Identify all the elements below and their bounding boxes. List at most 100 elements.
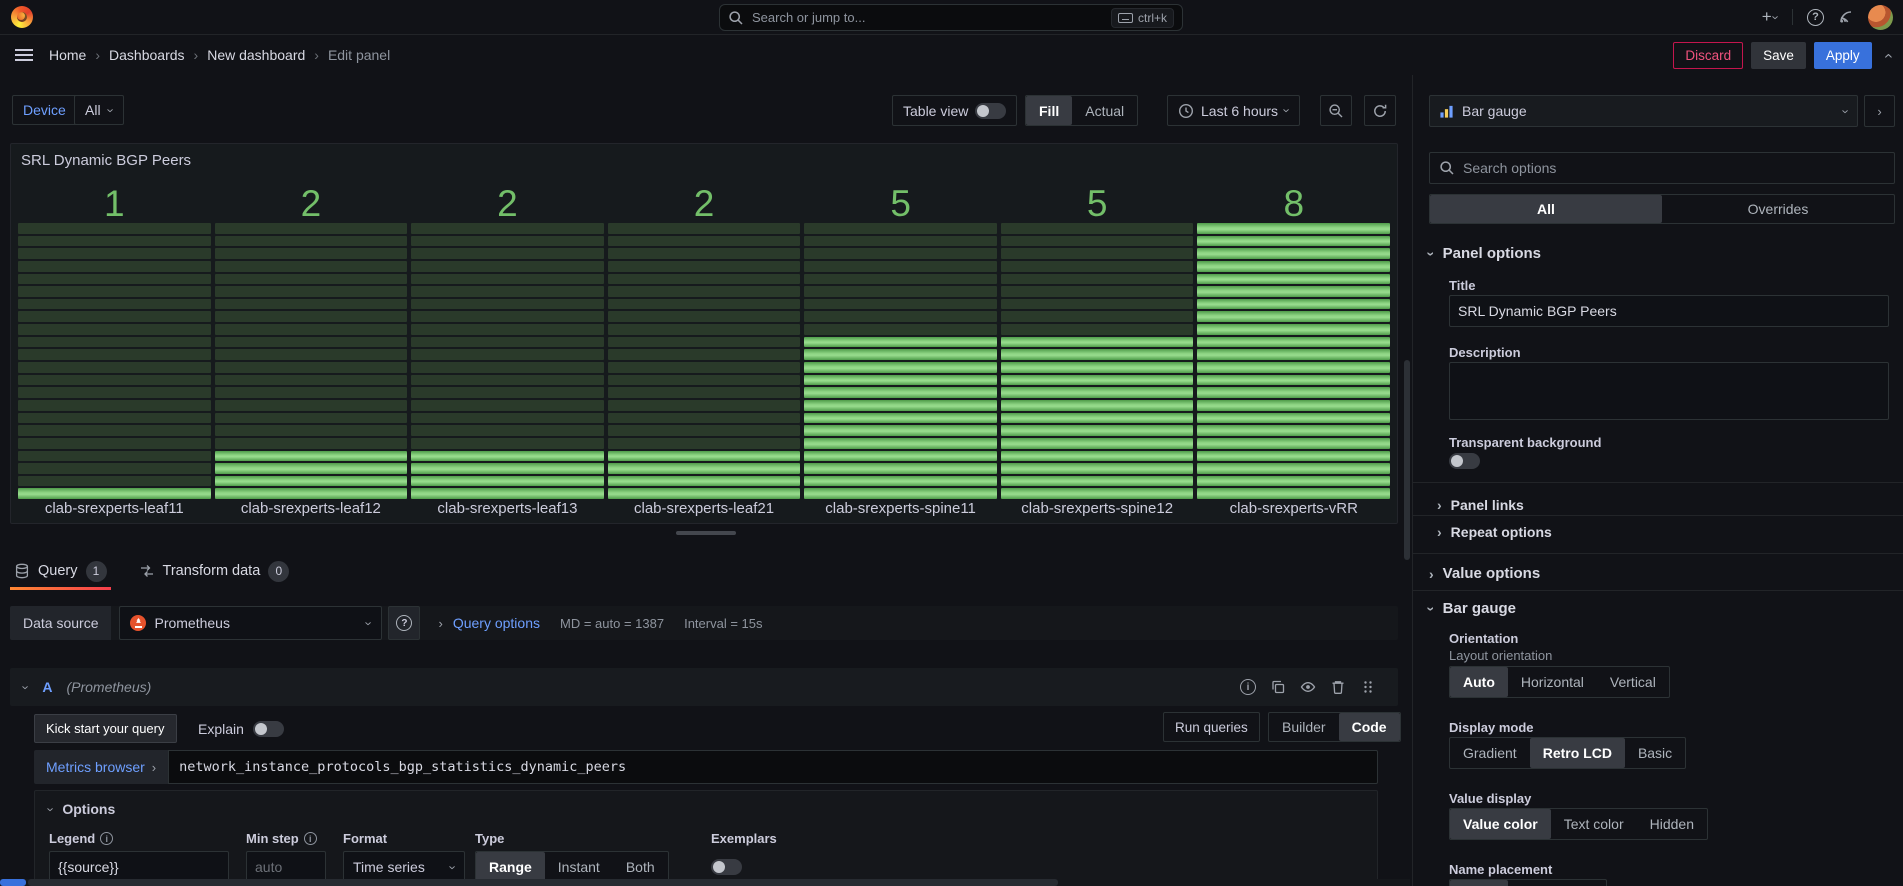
duplicate-icon[interactable] [1270,679,1286,695]
editor-mode-option-builder[interactable]: Builder [1269,713,1339,741]
vertical-scrollbar-thumb[interactable] [1404,360,1410,560]
lcd-cell [215,400,408,411]
gauge-value: 2 [608,184,801,224]
global-search-input[interactable]: Search or jump to... ctrl+k [719,4,1183,31]
discard-button[interactable]: Discard [1673,42,1743,69]
eye-icon[interactable] [1300,679,1316,695]
collapse-query-icon[interactable]: › [20,685,33,689]
lcd-cell [1197,299,1390,310]
panel-links-section-header[interactable]: › Panel links [1437,497,1524,513]
display-mode-option-retro-lcd[interactable]: Retro LCD [1530,738,1625,768]
lcd-cell [1197,261,1390,272]
horizontal-scrollbar-thumb[interactable] [28,879,1058,886]
lcd-cell [1197,248,1390,259]
format-value: Time series [353,859,443,875]
query-help-icon[interactable]: i [1240,679,1256,695]
fill-actual-option-actual[interactable]: Actual [1072,96,1137,125]
panel-resize-handle[interactable] [676,531,736,535]
name-placement-option-auto[interactable]: Auto [1450,880,1508,886]
bar-gauge-section-header[interactable]: › Bar gauge [1429,600,1516,617]
explain-toggle[interactable] [253,721,284,737]
variable-value-dropdown[interactable]: All› [74,95,124,125]
options-collapse[interactable]: › Options [49,801,115,817]
query-options-toggle[interactable]: Query options [453,615,540,631]
value-display-option-value-color[interactable]: Value color [1450,809,1551,839]
tab-transform-data[interactable]: Transform data 0 [135,552,294,590]
run-queries-button[interactable]: Run queries [1163,712,1260,742]
query-type-option-both[interactable]: Both [613,852,668,882]
editor-mode-option-code[interactable]: Code [1339,713,1400,741]
chevron-right-icon: › [438,617,442,630]
lcd-cell [18,274,211,285]
breadcrumb-item-home[interactable]: Home [49,47,86,63]
explain-label: Explain [198,721,244,737]
name-placement-option-left[interactable]: Left [1556,880,1605,886]
tab-query[interactable]: Query 1 [10,552,111,590]
fill-actual-option-fill[interactable]: Fill [1026,96,1072,125]
options-header: Options [62,801,115,817]
lcd-cell [1197,400,1390,411]
orientation-option-horizontal[interactable]: Horizontal [1508,667,1597,697]
value-display-option-hidden[interactable]: Hidden [1637,809,1707,839]
datasource-picker[interactable]: Prometheus › [119,606,382,640]
refresh-button[interactable] [1364,95,1396,126]
orientation-option-auto[interactable]: Auto [1450,667,1508,697]
breadcrumb-item-new-dashboard[interactable]: New dashboard [207,47,305,63]
zoom-out-button[interactable] [1320,95,1352,126]
save-button[interactable]: Save [1751,42,1806,69]
panel-title-input[interactable] [1449,295,1889,327]
promql-expression-input[interactable] [168,750,1378,784]
query-count-badge: 1 [86,561,107,582]
panel-description-textarea[interactable] [1449,362,1889,420]
search-options-box[interactable] [1429,152,1895,184]
help-icon[interactable]: ? [1807,9,1824,26]
display-mode-option-basic[interactable]: Basic [1625,738,1685,768]
gauge-value: 5 [804,184,997,224]
datasource-help-button[interactable]: ? [388,606,420,640]
lcd-cell [18,349,211,360]
visualization-picker[interactable]: Bar gauge › [1429,95,1858,127]
lcd-cell [1001,236,1194,247]
repeat-options-section-header[interactable]: › Repeat options [1437,524,1552,540]
visualization-panel[interactable]: SRL Dynamic BGP Peers 1222558 clab-srexp… [10,143,1398,524]
new-menu-button[interactable]: +› [1762,7,1778,27]
horizontal-scrollbar[interactable] [0,879,1410,886]
grafana-logo[interactable] [11,6,33,28]
metrics-browser-button[interactable]: Metrics browser › [34,750,168,784]
lcd-cell [1197,463,1390,474]
panel-options-section-header[interactable]: › Panel options [1429,245,1541,262]
lcd-cell [1197,324,1390,335]
user-avatar[interactable] [1868,5,1893,30]
query-type-option-range[interactable]: Range [476,852,545,882]
lcd-cell [215,349,408,360]
legend-field-label: Legendi [49,831,113,846]
news-icon[interactable] [1838,9,1854,25]
query-row-header[interactable]: › A (Prometheus) i [10,668,1398,706]
orientation-option-vertical[interactable]: Vertical [1597,667,1669,697]
zoom-out-icon [1328,103,1344,119]
chevron-down-icon: › [446,865,459,869]
query-type-option-instant[interactable]: Instant [545,852,613,882]
collapse-pane-button[interactable]: › [1864,95,1895,127]
trash-icon[interactable] [1330,679,1346,695]
exemplars-toggle[interactable] [711,859,742,875]
value-options-section-header[interactable]: › Value options [1429,565,1540,582]
search-shortcut-hint: ctrl+k [1111,8,1174,28]
breadcrumb-item-dashboards[interactable]: Dashboards [109,47,185,63]
apply-button[interactable]: Apply [1814,42,1872,69]
value-display-option-text-color[interactable]: Text color [1551,809,1637,839]
search-options-input[interactable] [1463,160,1885,176]
options-view-option-all[interactable]: All [1430,195,1662,223]
drag-grip-icon[interactable] [1360,679,1376,695]
time-range-picker[interactable]: Last 6 hours › [1167,95,1300,126]
transparent-background-toggle[interactable] [1449,453,1480,469]
collapse-header-icon[interactable]: › [1880,53,1896,58]
menu-toggle-icon[interactable] [15,49,33,61]
options-view-option-overrides[interactable]: Overrides [1662,195,1894,223]
lcd-cell [411,488,604,499]
display-mode-option-gradient[interactable]: Gradient [1450,738,1530,768]
lcd-cell [804,476,997,487]
name-placement-option-top[interactable]: Top [1508,880,1557,886]
kick-start-query-button[interactable]: Kick start your query [34,714,177,743]
table-view-toggle[interactable] [975,103,1006,119]
